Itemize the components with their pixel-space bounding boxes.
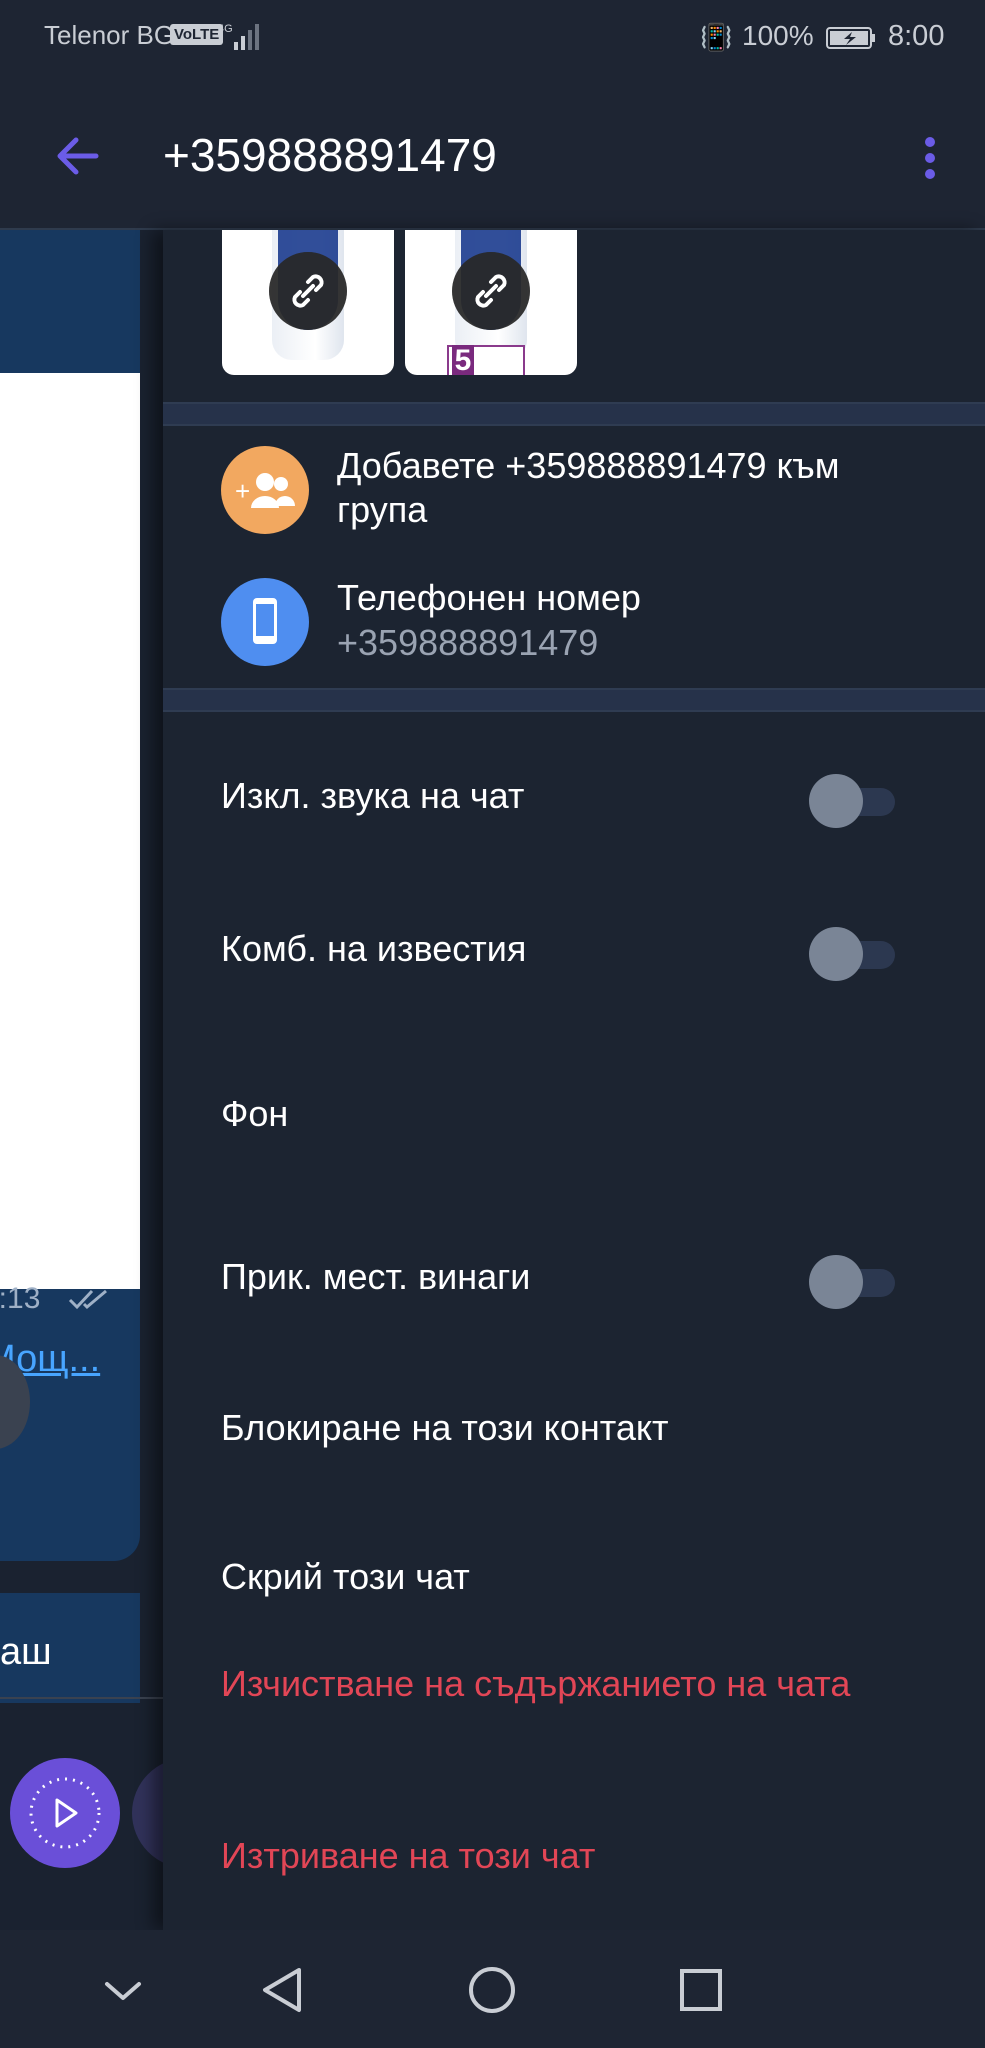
phone-icon (221, 578, 309, 666)
media-thumbnail[interactable] (222, 230, 394, 375)
mute-chat-toggle[interactable] (809, 774, 899, 828)
add-group-icon: + (221, 446, 309, 534)
add-to-group-row[interactable]: + Добавете +359888891479 към група (163, 430, 985, 550)
app-bar: +359888891479 (0, 78, 985, 230)
hide-chat-label: Скрий този чат (221, 1556, 470, 1597)
signal-icon: 4G (218, 23, 259, 50)
attach-location-label: Прик. мест. винаги (221, 1256, 531, 1297)
notifications-row[interactable]: Комб. на известия (163, 903, 985, 1003)
svg-text:4G: 4G (218, 23, 233, 35)
vibrate-icon: 📳 (700, 22, 733, 52)
link-icon (269, 252, 347, 330)
notifications-label: Комб. на известия (221, 928, 527, 969)
clock: 8:00 (888, 20, 945, 52)
message-text: аш (0, 1631, 52, 1673)
warranty-badge: 5 (447, 345, 525, 375)
battery-percent: 100% (742, 20, 814, 51)
more-vert-icon[interactable] (912, 128, 948, 188)
background-row[interactable]: Фон (163, 1068, 985, 1168)
phone-number: +359888891479 (337, 622, 599, 663)
add-to-group-label: Добавете +359888891479 към група (337, 445, 840, 530)
clear-chat-label: Изчистване на съдържанието на чата (221, 1663, 851, 1704)
carrier-name: Telenor BG (44, 20, 175, 50)
block-contact-row[interactable]: Блокиране на този контакт (163, 1382, 985, 1482)
double-check-icon (68, 1289, 107, 1310)
system-nav-bar (0, 1930, 985, 2048)
section-divider (163, 688, 985, 712)
section-divider (163, 402, 985, 426)
chevron-down-icon[interactable] (93, 1960, 153, 2020)
delete-chat-label: Изтриване на този чат (221, 1835, 596, 1876)
block-contact-label: Блокиране на този контакт (221, 1407, 669, 1448)
link-icon (452, 252, 530, 330)
message-time: 4:13 (0, 1282, 41, 1315)
notifications-toggle[interactable] (809, 927, 899, 981)
back-triangle-icon[interactable] (253, 1960, 313, 2020)
delete-chat-row[interactable]: Изтриване на този чат (163, 1820, 985, 1910)
svg-text:+: + (235, 476, 250, 506)
battery-icon (826, 27, 875, 49)
recents-square-icon[interactable] (671, 1960, 731, 2020)
message-bubble (0, 230, 140, 373)
background-label: Фон (221, 1093, 289, 1134)
attach-location-row[interactable]: Прик. мест. винаги (163, 1231, 985, 1331)
message-bubble: аш (0, 1593, 140, 1703)
chat-title: +359888891479 (163, 129, 497, 181)
mute-chat-row[interactable]: Изкл. звука на чат (163, 750, 985, 850)
record-button[interactable] (132, 1758, 163, 1868)
home-circle-icon[interactable] (462, 1960, 522, 2020)
phone-label: Телефонен номер (337, 577, 641, 618)
mute-chat-label: Изкл. звука на чат (221, 775, 525, 816)
attach-location-toggle[interactable] (809, 1255, 899, 1309)
play-button[interactable] (10, 1758, 120, 1868)
status-bar: Telenor BG VoLTE 4G 📳 100% 8:00 (0, 0, 985, 78)
message-image (0, 373, 140, 1289)
chat-info-panel: 5 + Добавете +359888891479 към група Тел… (163, 230, 985, 1930)
play-icon (29, 1777, 101, 1849)
divider (0, 1697, 163, 1699)
arrow-left-icon[interactable] (48, 126, 108, 186)
chat-background: Мощ... 4:13 аш (0, 230, 163, 1930)
hide-chat-row[interactable]: Скрий този чат (163, 1531, 985, 1631)
clear-chat-row[interactable]: Изчистване на съдържанието на чата (163, 1654, 985, 1764)
phone-number-row[interactable]: Телефонен номер +359888891479 (163, 562, 985, 682)
media-thumbnail[interactable]: 5 (405, 230, 577, 375)
